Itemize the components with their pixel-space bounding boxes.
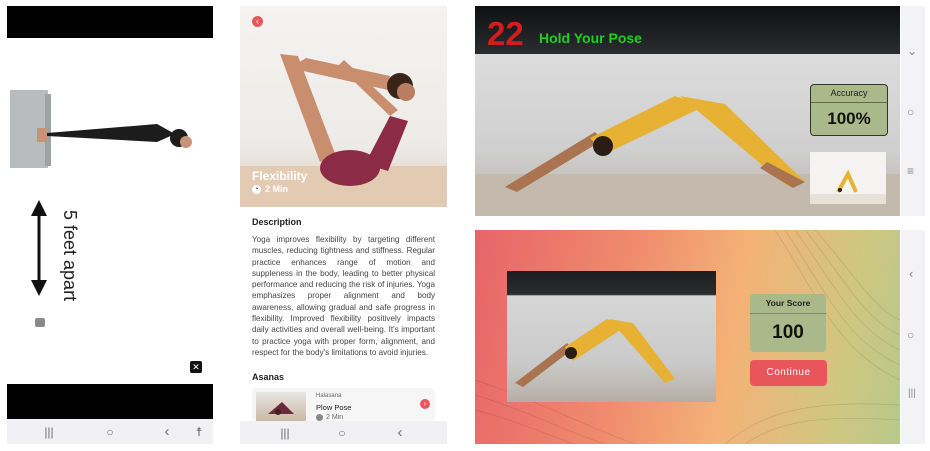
clock-icon: ◔	[252, 184, 261, 194]
top-black-bar	[7, 6, 213, 38]
reference-pose-thumbnail	[810, 152, 886, 204]
nav-bar: ||| ○ ‹	[240, 421, 447, 444]
countdown-timer: 22	[487, 15, 524, 52]
score-panel: Your Score 100	[750, 294, 826, 352]
back-nav-icon[interactable]: ‹	[909, 266, 913, 281]
description-heading: Description	[252, 217, 302, 227]
duration-label: 2 Min	[265, 184, 289, 194]
description-text: Yoga improves flexibility by targeting d…	[252, 235, 435, 357]
instruction-text: Hold Your Pose	[539, 30, 642, 46]
camera-preview: 5 feet apart ✕	[7, 38, 213, 384]
recents-icon[interactable]: |||	[908, 388, 916, 399]
captured-pose-image	[507, 271, 716, 402]
back-icon[interactable]: ‹	[252, 16, 263, 27]
home-icon[interactable]: ○	[907, 105, 914, 119]
person-figure	[47, 124, 175, 142]
chevron-down-icon[interactable]: ⌄	[907, 44, 917, 58]
page-title: Flexibility	[252, 169, 308, 183]
pose-screen: 22 Hold Your Pose Accuracy 100%	[475, 6, 900, 216]
close-icon[interactable]: ✕	[190, 361, 202, 373]
back-nav-icon[interactable]: ‹	[388, 421, 412, 444]
accuracy-value: 100%	[827, 109, 871, 128]
score-screen: Your Score 100 Continue	[475, 230, 900, 444]
asana-sanskrit-name: Halasana	[316, 393, 342, 399]
accuracy-panel: Accuracy 100%	[810, 84, 888, 136]
recents-icon[interactable]: ≡	[907, 164, 914, 178]
detail-screen: ‹ Flexibility ◔ 2 Min Description Yoga i…	[240, 6, 447, 444]
side-nav-bottom: ‹ ○ |||	[901, 230, 925, 444]
distance-label: 5 feet apart	[60, 210, 80, 302]
home-icon[interactable]: ○	[330, 421, 354, 444]
phone-object	[35, 318, 45, 327]
setup-screen: 5 feet apart ✕ ||| ○ ‹ ☨	[7, 6, 213, 444]
back-nav-icon[interactable]: ‹	[155, 419, 179, 444]
home-icon[interactable]: ○	[98, 419, 122, 444]
chevron-right-icon[interactable]: ›	[420, 399, 430, 409]
asanas-heading: Asanas	[252, 372, 285, 382]
duration-row: ◔ 2 Min	[252, 184, 288, 194]
home-icon[interactable]: ○	[907, 328, 914, 342]
continue-button[interactable]: Continue	[750, 360, 827, 386]
asana-name: Plow Pose	[316, 403, 352, 412]
recents-icon[interactable]: |||	[37, 419, 61, 444]
accuracy-label: Accuracy	[811, 85, 887, 103]
asana-duration: 2 Min	[326, 414, 344, 421]
asana-thumbnail	[256, 392, 306, 421]
asana-card[interactable]: Halasana Plow Pose 2 Min ›	[252, 388, 435, 421]
camera-preview-figure	[10, 90, 192, 327]
recents-icon[interactable]: |||	[273, 421, 297, 444]
score-label: Your Score	[750, 294, 826, 314]
score-value: 100	[772, 322, 804, 343]
hero-image: ‹ Flexibility ◔ 2 Min	[240, 6, 447, 207]
clock-icon	[316, 414, 323, 421]
nav-bar: ||| ○ ‹ ☨	[7, 419, 213, 444]
accessibility-icon[interactable]: ☨	[189, 419, 209, 444]
bottom-black-bar	[7, 384, 213, 419]
captured-pose-figure	[515, 319, 675, 387]
asana-duration-row: 2 Min	[316, 414, 343, 421]
side-nav-top: ⌄ ○ ≡	[901, 6, 925, 216]
